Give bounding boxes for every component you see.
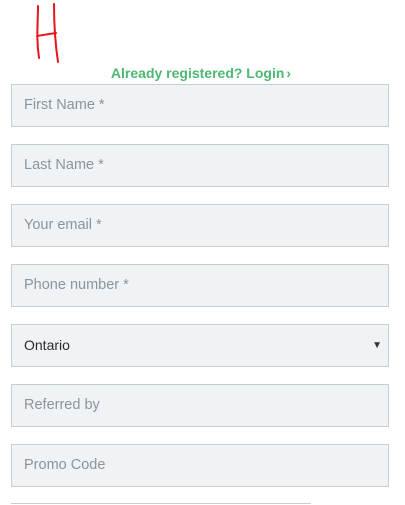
first-name-placeholder: First Name * (24, 97, 105, 113)
province-selected-value: Ontario (24, 337, 70, 353)
caret-down-icon: ▼ (372, 340, 382, 351)
phone-placeholder: Phone number * (24, 277, 129, 293)
referred-by-placeholder: Referred by (24, 397, 100, 413)
phone-input[interactable]: Phone number * (11, 264, 389, 307)
province-select[interactable]: Ontario ▼ (11, 324, 389, 367)
referred-by-input[interactable]: Referred by (11, 384, 389, 427)
last-name-input[interactable]: Last Name * (11, 144, 389, 187)
email-placeholder: Your email * (24, 217, 102, 233)
handwritten-h-logo (36, 3, 59, 63)
last-name-placeholder: Last Name * (24, 157, 104, 173)
login-link-label: Already registered? Login (110, 65, 285, 81)
first-name-input[interactable]: First Name * (11, 84, 389, 127)
promo-code-placeholder: Promo Code (24, 457, 106, 473)
login-link[interactable]: Already registered? Login › (0, 64, 402, 82)
promo-code-input[interactable]: Promo Code (11, 444, 389, 487)
email-input[interactable]: Your email * (11, 204, 389, 247)
divider (11, 503, 311, 504)
chevron-right-icon: › (286, 65, 292, 81)
registration-page: Already registered? Login › First Name * … (0, 0, 405, 505)
